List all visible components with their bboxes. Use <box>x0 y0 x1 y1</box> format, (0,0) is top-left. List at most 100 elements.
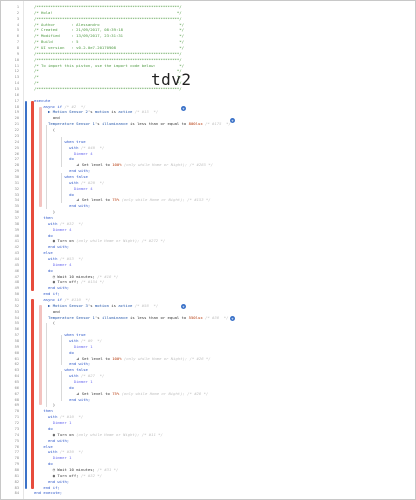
code-token: 100% <box>112 162 122 168</box>
code-token: is less than or equal to <box>127 121 189 127</box>
code-token: do <box>34 425 53 431</box>
code-token: /* #30 */ <box>59 449 84 455</box>
code-token: /* #53 */ <box>59 255 84 261</box>
code-token: /* #32 */ <box>59 220 84 226</box>
execute-block-bar <box>25 101 27 489</box>
code-token: (only while Home or Night); /* #153 */ <box>119 197 211 203</box>
code-token: end if; <box>34 484 60 490</box>
code-token: active <box>118 109 133 115</box>
code-token: /* Created : 21/09/2017, 08:39:18 */ <box>34 27 184 33</box>
code-token: /* #40 */ <box>80 144 105 150</box>
code-token: 's <box>87 109 95 115</box>
code-token: /***************************************… <box>34 4 182 9</box>
indent-guide <box>61 335 62 365</box>
code-token: /***************************************… <box>34 15 182 21</box>
code-token: with <box>34 255 60 261</box>
code-token: (only while Home or Night); /* #285 */ <box>121 162 213 168</box>
code-token: /* Modified : 13/09/2017, 23:31:31 */ <box>34 33 184 39</box>
add-condition-button[interactable]: + <box>181 106 186 111</box>
add-condition-button[interactable]: + <box>181 304 186 309</box>
code-token: /* #31 */ <box>97 466 119 472</box>
code-line[interactable]: ( <box>34 320 55 326</box>
code-token: end with; <box>34 437 70 443</box>
code-token: /* Hola! */ <box>34 9 182 15</box>
code-token: 's <box>94 314 102 320</box>
code-token: end with; <box>34 396 91 402</box>
code-token: 800lux <box>188 121 203 127</box>
code-token: motion <box>94 302 109 308</box>
code-token: with <box>34 449 60 455</box>
code-token: Temperature Sensor 1 <box>34 314 95 320</box>
code-line[interactable]: end execute; <box>34 490 62 496</box>
code-token: 550lux <box>188 314 203 320</box>
code-token: /* #32 */ <box>80 472 102 478</box>
code-token: else <box>34 443 53 449</box>
code-token: ) <box>34 209 56 215</box>
code-token: /* #15 */ <box>132 109 159 115</box>
code-token: ◉ Turn off; <box>34 472 81 478</box>
code-token: do <box>34 461 53 467</box>
code-token: /* #20 */ <box>80 179 105 185</box>
code-line[interactable]: ( <box>34 127 55 133</box>
code-token: illuminance <box>101 314 128 320</box>
code-line[interactable]: Temperature Sensor 1's illuminance is le… <box>34 315 228 321</box>
import-code[interactable]: tdv2 <box>151 72 192 88</box>
code-token: 100% <box>112 355 122 361</box>
code-token: /* #56 */ <box>132 302 159 308</box>
code-token: Dimmer 1 <box>34 420 72 426</box>
code-token: /* Author : Alessandro */ <box>34 21 184 27</box>
indent-guide <box>46 323 47 407</box>
code-line[interactable]: Temperature Sensor 1's illuminance is le… <box>34 121 231 127</box>
code-token: /***************************************… <box>34 56 182 62</box>
code-token: is less than or equal to <box>127 314 189 320</box>
code-token: /* #110 */ <box>64 297 91 302</box>
code-token: motion <box>94 109 109 115</box>
code-token: then <box>34 408 53 414</box>
code-token: /***************************************… <box>34 50 182 56</box>
if-block-1-condition-bar <box>39 107 42 207</box>
code-token: is <box>108 302 119 308</box>
code-token: Temperature Sensor 1 <box>34 121 95 127</box>
indent-guide <box>46 125 47 209</box>
if-block-2-bar <box>31 299 34 489</box>
code-token: end with; <box>34 285 70 291</box>
code-token: /* #18 */ <box>97 273 119 279</box>
code-token: /* Build : 5 */ <box>34 39 184 45</box>
code-token: illuminance <box>101 121 128 127</box>
code-token: /* #10 */ <box>59 414 84 420</box>
code-token: end with; <box>34 244 70 250</box>
code-token: async if <box>34 297 65 302</box>
code-token: (only while Home or Night); /* #11 */ <box>76 431 163 437</box>
code-token: Dimmer 4 <box>34 150 93 156</box>
code-token: ◉ Turn off; <box>34 279 81 285</box>
code-token: execute <box>34 97 51 103</box>
add-condition-button[interactable]: + <box>230 316 235 321</box>
code-token: (only while Home or Night); /* #272 */ <box>76 238 166 244</box>
code-token: /* To import this piston, use the import… <box>34 62 184 68</box>
gutter-divider <box>23 1 24 499</box>
if-block-1-bar <box>31 101 34 291</box>
code-token: with <box>34 414 60 420</box>
code-token: end with; <box>34 168 91 174</box>
line-number: 84 <box>14 491 19 496</box>
indent-guide <box>61 173 62 203</box>
code-token: Dimmer 4 <box>34 261 72 267</box>
code-token: end with; <box>34 478 70 484</box>
add-condition-button[interactable]: + <box>230 118 235 123</box>
code-token: and <box>34 308 60 314</box>
code-token: /* #154 */ <box>80 279 105 285</box>
code-token: ◷ Wait 10 minutes; <box>34 466 98 472</box>
code-token: Dimmer 1 <box>34 343 93 349</box>
code-token: do <box>34 267 53 273</box>
code-token: end with; <box>34 361 91 367</box>
code-token: /* UI version : v0.2.0e7.20170908 */ <box>34 45 184 51</box>
if-block-2-condition-bar <box>39 305 42 405</box>
code-token: Dimmer 4 <box>34 226 72 232</box>
code-token: /* #175 */ <box>202 121 231 127</box>
code-token: with <box>34 220 60 226</box>
code-token: Dimmer 1 <box>34 379 93 385</box>
indent-guide <box>61 137 62 167</box>
code-token: ◉ Turn on <box>34 238 77 244</box>
code-token: /* #9 */ <box>80 338 102 344</box>
code-token: then <box>34 214 53 220</box>
